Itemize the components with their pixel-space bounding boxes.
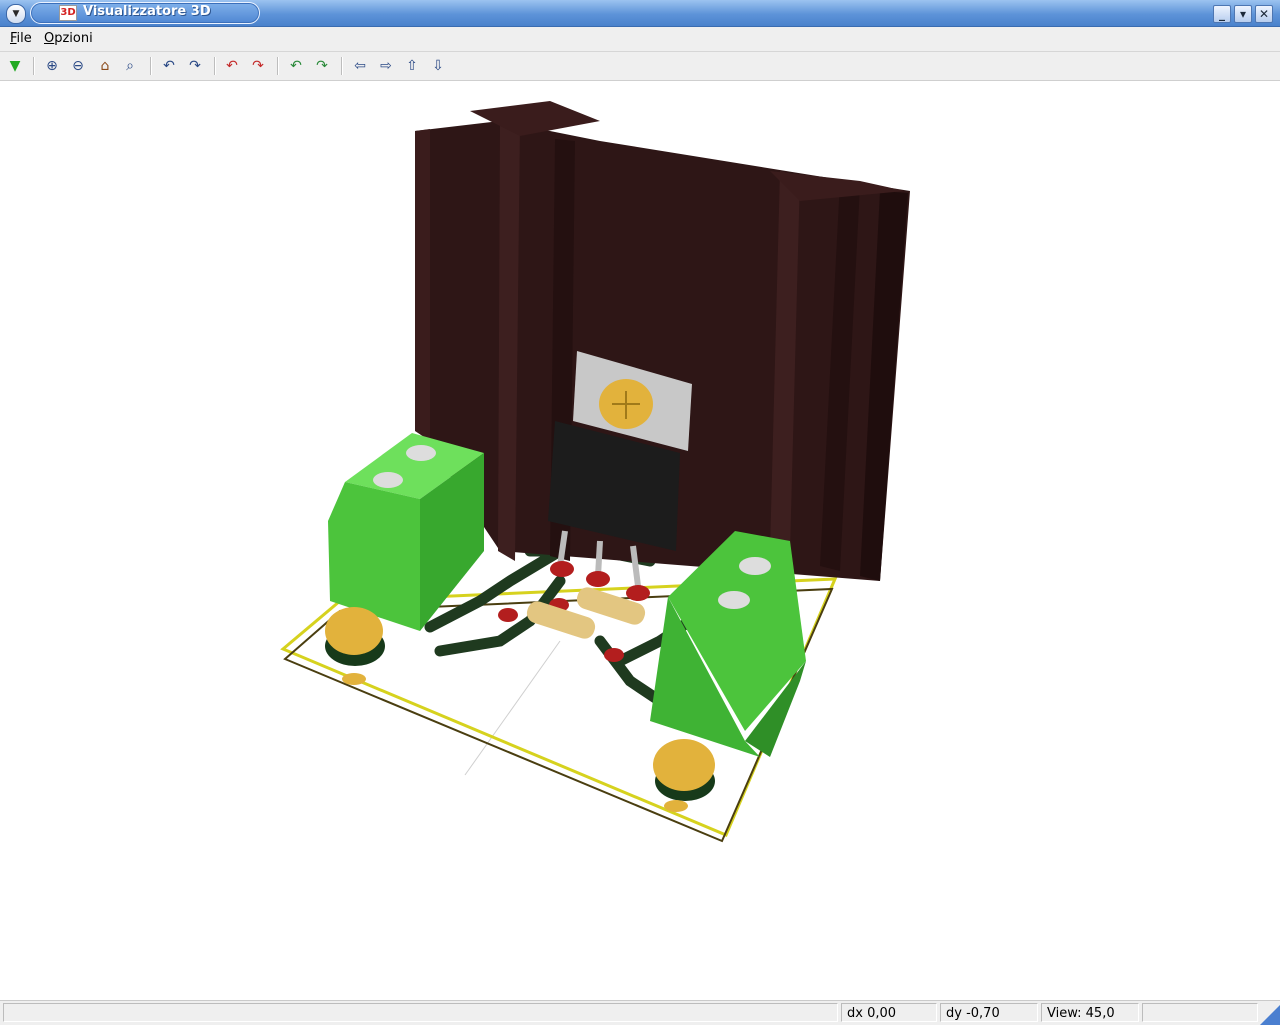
status-dx: dx 0,00 — [841, 1003, 937, 1022]
rotate-z-neg-icon[interactable]: ↶ — [286, 56, 306, 76]
terminal-block-right — [650, 531, 806, 757]
title-pill: 3D Visualizzatore 3D — [30, 2, 260, 24]
status-dy: dy -0,70 — [940, 1003, 1038, 1022]
zoom-in-icon[interactable]: ⊕ — [42, 56, 62, 76]
rotate-x-pos-icon[interactable]: ↷ — [185, 56, 205, 76]
title-bar: ▼ 3D Visualizzatore 3D _ ▾ ✕ — [0, 0, 1280, 27]
toolbar-separator — [33, 57, 35, 75]
toolbar-separator — [277, 57, 279, 75]
toolbar-separator — [214, 57, 216, 75]
rotate-z-pos-icon[interactable]: ↷ — [312, 56, 332, 76]
status-message — [3, 1003, 838, 1022]
menu-bar: File Opzioni — [0, 27, 1280, 52]
resize-grip-icon[interactable] — [1260, 1005, 1280, 1025]
redraw-icon[interactable]: ⌂ — [95, 56, 115, 76]
menu-file[interactable]: File — [10, 31, 32, 46]
toolbar-separator — [150, 57, 152, 75]
status-bar: dx 0,00 dy -0,70 View: 45,0 — [0, 1000, 1280, 1025]
rotate-y-neg-icon[interactable]: ↶ — [222, 56, 242, 76]
shade-button[interactable]: ▾ — [1234, 5, 1252, 23]
move-down-icon[interactable]: ⇩ — [428, 56, 448, 76]
minimize-button[interactable]: _ — [1213, 5, 1231, 23]
menu-opzioni[interactable]: Opzioni — [44, 31, 93, 46]
zoom-fit-icon[interactable]: ⌕ — [120, 56, 140, 76]
axis-line — [464, 640, 561, 776]
move-right-icon[interactable]: ⇨ — [376, 56, 396, 76]
rotate-x-neg-icon[interactable]: ↶ — [159, 56, 179, 76]
rotate-y-pos-icon[interactable]: ↷ — [248, 56, 268, 76]
3d-viewport[interactable] — [0, 81, 1280, 999]
app-icon: 3D — [59, 5, 77, 21]
terminal-block-left — [328, 433, 484, 631]
status-view: View: 45,0 — [1041, 1003, 1139, 1022]
toolbar: ▼ ⊕ ⊖ ⌂ ⌕ ↶ ↷ ↶ ↷ ↶ ↷ ⇦ ⇨ ⇧ ⇩ — [0, 52, 1280, 81]
window-title: Visualizzatore 3D — [83, 4, 211, 19]
close-button[interactable]: ✕ — [1255, 5, 1273, 23]
reload-icon[interactable]: ▼ — [5, 56, 25, 76]
move-up-icon[interactable]: ⇧ — [402, 56, 422, 76]
window-menu-button[interactable]: ▼ — [6, 4, 26, 24]
status-extra — [1142, 1003, 1258, 1022]
tab-screw — [599, 379, 653, 429]
move-left-icon[interactable]: ⇦ — [350, 56, 370, 76]
pcb-3d-render — [280, 101, 910, 843]
toolbar-separator — [341, 57, 343, 75]
zoom-out-icon[interactable]: ⊖ — [68, 56, 88, 76]
